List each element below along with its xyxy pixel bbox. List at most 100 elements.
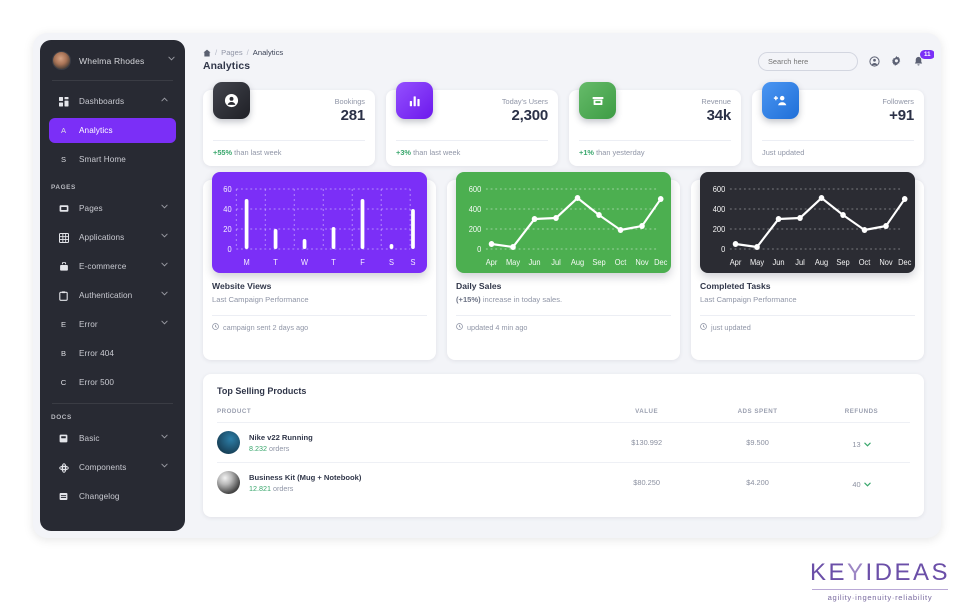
product-name: Nike v22 Running bbox=[249, 432, 313, 442]
search-input[interactable] bbox=[768, 57, 848, 66]
svg-text:20: 20 bbox=[223, 225, 231, 234]
chevron-down-icon[interactable] bbox=[161, 291, 168, 298]
stat-meta: Today's Users 2,300 bbox=[502, 97, 548, 124]
sidebar-item-letter: S bbox=[60, 155, 67, 164]
logo-part-c: IDEAS bbox=[865, 559, 950, 586]
clipboard-icon bbox=[55, 290, 72, 301]
cell-refunds: 40 bbox=[813, 463, 910, 503]
bar-chart-svg: 6040 200 MTW T F S S bbox=[223, 185, 415, 267]
home-icon[interactable] bbox=[203, 49, 211, 57]
table-row[interactable]: Business Kit (Mug + Notebook) 12.821 ord… bbox=[217, 463, 910, 503]
stat-card-followers[interactable]: Followers +91 Just updated bbox=[752, 82, 924, 166]
sidebar-item-ecommerce[interactable]: E-commerce bbox=[49, 254, 176, 279]
chevron-down-icon[interactable] bbox=[168, 56, 175, 63]
chevron-up-icon[interactable] bbox=[161, 97, 168, 104]
chart-subtitle-text: increase in today sales. bbox=[480, 295, 563, 304]
chevron-down-icon[interactable] bbox=[161, 233, 168, 240]
sidebar: Whelma Rhodes Dashboards A Analytics S S… bbox=[40, 40, 185, 531]
sidebar-item-label: Smart Home bbox=[79, 155, 126, 164]
chart-cards: 60 40 20 0 MTW T F S S Website Views Las… bbox=[203, 172, 924, 360]
breadcrumb-separator: / bbox=[215, 48, 218, 57]
sidebar-item-error[interactable]: E Error bbox=[49, 312, 176, 337]
col-refunds: REFUNDS bbox=[812, 408, 910, 423]
topbar-left: / Pages / Analytics Analytics bbox=[203, 48, 283, 72]
notifications[interactable]: 11 bbox=[913, 50, 934, 67]
svg-text:May: May bbox=[506, 258, 520, 267]
sidebar-item-changelog[interactable]: Changelog bbox=[49, 484, 176, 509]
svg-text:Apr: Apr bbox=[730, 258, 742, 267]
chart-card-completed-tasks[interactable]: 600400 2000 AprMayJun JulAugSep Oc bbox=[691, 172, 924, 360]
sidebar-section-pages: PAGES bbox=[51, 184, 76, 191]
sidebar-item-letter: E bbox=[60, 320, 67, 329]
stat-footer: +1% than yesterday bbox=[579, 140, 731, 157]
sidebar-item-label: Error 500 bbox=[79, 378, 115, 387]
chart-title: Website Views bbox=[212, 281, 272, 291]
svg-text:Nov: Nov bbox=[635, 258, 648, 267]
website-views-bar-chart: 60 40 20 0 MTW T F S S bbox=[212, 172, 427, 273]
sidebar-item-components[interactable]: Components bbox=[49, 455, 176, 480]
chart-title: Completed Tasks bbox=[700, 281, 771, 291]
breadcrumb-parent[interactable]: Pages bbox=[221, 48, 243, 57]
table-row[interactable]: Nike v22 Running 8.232 orders $130.992 $… bbox=[217, 422, 910, 463]
stat-label: Followers bbox=[882, 97, 914, 106]
svg-text:Jun: Jun bbox=[528, 258, 540, 267]
chevron-down-icon bbox=[863, 442, 871, 447]
col-product: PRODUCT bbox=[217, 408, 592, 423]
stat-label: Today's Users bbox=[501, 97, 548, 106]
sidebar-item-label: Changelog bbox=[79, 492, 120, 501]
chevron-down-icon[interactable] bbox=[161, 262, 168, 269]
app-window: Whelma Rhodes Dashboards A Analytics S S… bbox=[33, 33, 941, 538]
sidebar-item-label: Authentication bbox=[79, 291, 133, 300]
stat-value: 34k bbox=[706, 107, 732, 124]
svg-text:0: 0 bbox=[227, 245, 231, 254]
chart-subtitle-highlight: (+15%) bbox=[456, 295, 481, 304]
svg-text:Aug: Aug bbox=[571, 258, 584, 267]
svg-text:Nov: Nov bbox=[879, 258, 892, 267]
chevron-down-icon[interactable] bbox=[161, 204, 168, 211]
product-orders-count: 8.232 bbox=[249, 443, 267, 453]
stat-card-bookings[interactable]: Bookings 281 +55% than last week bbox=[203, 82, 375, 166]
search-box[interactable] bbox=[758, 52, 858, 71]
chart-footer: campaign sent 2 days ago bbox=[212, 315, 427, 332]
stat-card-revenue[interactable]: Revenue 34k +1% than yesterday bbox=[569, 82, 741, 166]
logo-divider bbox=[811, 589, 948, 590]
sidebar-item-applications[interactable]: Applications bbox=[49, 225, 176, 250]
cell-product: Business Kit (Mug + Notebook) 12.821 ord… bbox=[217, 463, 591, 503]
sidebar-item-smart-home[interactable]: S Smart Home bbox=[49, 147, 176, 172]
product-orders-suffix: orders bbox=[270, 483, 294, 493]
chart-subtitle: Last Campaign Performance bbox=[212, 295, 309, 304]
chevron-down-icon[interactable] bbox=[161, 434, 168, 441]
stat-delta: +3% bbox=[396, 148, 411, 157]
store-icon bbox=[579, 82, 616, 119]
gear-icon[interactable] bbox=[891, 56, 902, 67]
stat-card-todays-users[interactable]: Today's Users 2,300 +3% than last week bbox=[386, 82, 558, 166]
table-head: PRODUCT VALUE ADS SPENT REFUNDS bbox=[217, 408, 910, 423]
clock-icon bbox=[700, 323, 707, 332]
col-ads-spent: ADS SPENT bbox=[702, 408, 813, 423]
sidebar-item-label: E-commerce bbox=[79, 262, 127, 271]
refunds-value-wrap: 40 bbox=[852, 480, 871, 489]
sidebar-item-label: Error bbox=[79, 320, 98, 329]
account-circle-icon[interactable] bbox=[869, 56, 880, 67]
sidebar-item-basic[interactable]: Basic bbox=[49, 426, 176, 451]
svg-text:400: 400 bbox=[469, 205, 481, 214]
sidebar-user-profile[interactable]: Whelma Rhodes bbox=[40, 40, 185, 80]
chevron-down-icon[interactable] bbox=[161, 320, 168, 327]
stat-delta-text: than yesterday bbox=[596, 148, 645, 157]
sidebar-item-error-500[interactable]: C Error 500 bbox=[49, 370, 176, 395]
chart-card-daily-sales[interactable]: 600400 2000 AprMayJun JulAugSep Oc bbox=[447, 172, 680, 360]
chevron-down-icon[interactable] bbox=[161, 463, 168, 470]
svg-text:Jul: Jul bbox=[795, 258, 805, 267]
product-orders-count: 12.821 bbox=[249, 483, 271, 493]
svg-text:0: 0 bbox=[477, 245, 481, 254]
sidebar-item-pages[interactable]: Pages bbox=[49, 196, 176, 221]
svg-text:40: 40 bbox=[223, 205, 231, 214]
chart-card-website-views[interactable]: 60 40 20 0 MTW T F S S Website Views Las… bbox=[203, 172, 436, 360]
sidebar-item-analytics[interactable]: A Analytics bbox=[49, 118, 176, 143]
svg-text:200: 200 bbox=[469, 225, 481, 234]
stat-delta-text: than last week bbox=[234, 148, 282, 157]
svg-text:Oct: Oct bbox=[615, 258, 627, 267]
sidebar-item-error-404[interactable]: B Error 404 bbox=[49, 341, 176, 366]
sidebar-item-dashboards[interactable]: Dashboards bbox=[49, 89, 176, 114]
sidebar-item-authentication[interactable]: Authentication bbox=[49, 283, 176, 308]
